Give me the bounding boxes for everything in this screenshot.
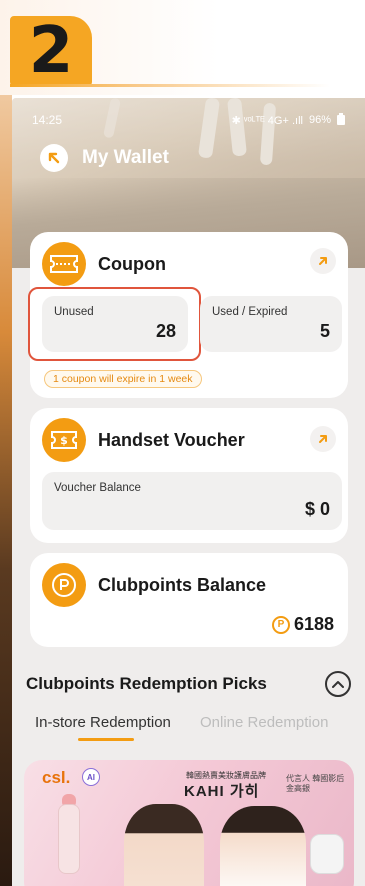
brand-logo: csl. xyxy=(42,768,71,787)
voucher-balance-label: Voucher Balance xyxy=(54,482,141,494)
status-time: 14:25 xyxy=(32,113,63,127)
promo-banner[interactable]: csl. AI 韓國熱賣美妝護膚品牌 KAHI 가히 代言人 韓國影后 金高銀 xyxy=(24,760,354,886)
clubpoints-card[interactable]: Clubpoints Balance P 6188 xyxy=(30,553,348,647)
coupon-icon xyxy=(42,242,86,286)
step-number: 2 xyxy=(28,14,74,88)
coupon-card[interactable]: Coupon Unused 28 Used / Expired 5 1 coup… xyxy=(28,232,348,398)
used-expired-value: 5 xyxy=(319,321,330,341)
collapse-button[interactable] xyxy=(325,671,351,697)
banner-brand-name: KAHI 가히 xyxy=(184,783,260,800)
clubpoints-value: 6188 xyxy=(293,614,334,634)
expiry-notice: 1 coupon will expire in 1 week xyxy=(44,370,202,388)
arrow-up-right-icon xyxy=(319,257,327,265)
svg-text:$: $ xyxy=(60,434,68,447)
page-title: My Wallet xyxy=(82,147,169,168)
voucher-open-button[interactable] xyxy=(310,426,336,452)
redemption-section-title: Clubpoints Redemption Picks xyxy=(26,674,267,693)
left-decor-strip xyxy=(0,95,12,886)
signal-icons: ✱ ᵛᵒᴸᵀᴱ 4G+ .ıll xyxy=(231,114,303,127)
voucher-icon: $ xyxy=(42,418,86,462)
highlight-box xyxy=(28,287,201,361)
coupon-card-header: Coupon xyxy=(42,242,166,286)
clubpoints-balance: P 6188 xyxy=(271,614,334,635)
back-button[interactable] xyxy=(40,144,68,172)
product-image xyxy=(58,804,80,874)
arrow-up-left-icon xyxy=(48,152,60,164)
model-image xyxy=(124,804,204,886)
handset-voucher-card[interactable]: $ Handset Voucher Voucher Balance $ 0 xyxy=(30,408,348,543)
ai-badge: AI xyxy=(82,768,100,786)
step-underline xyxy=(10,84,330,87)
battery-level: 96% xyxy=(308,114,331,126)
battery-icon xyxy=(337,112,345,128)
coupon-open-button[interactable] xyxy=(310,248,336,274)
voucher-balance-value: $ 0 xyxy=(304,499,330,519)
clubpoints-coin-icon: P xyxy=(271,615,290,634)
phone-screen: 14:25 ✱ ᵛᵒᴸᵀᴱ 4G+ .ıll 96% My Wallet Cou… xyxy=(12,98,365,886)
product-image xyxy=(310,834,344,874)
voucher-title: Handset Voucher xyxy=(98,429,245,450)
clubpoints-icon xyxy=(42,563,86,607)
step-header: 2 xyxy=(0,0,365,95)
clubpoints-title: Clubpoints Balance xyxy=(98,574,267,595)
status-icons: ✱ ᵛᵒᴸᵀᴱ 4G+ .ıll 96% xyxy=(231,112,345,128)
coupon-title: Coupon xyxy=(98,253,166,274)
voucher-balance-tile: Voucher Balance $ 0 xyxy=(42,472,342,530)
page-header: My Wallet xyxy=(40,144,169,172)
chevron-up-icon xyxy=(332,681,344,688)
used-expired-tile[interactable]: Used / Expired 5 xyxy=(200,296,342,352)
voucher-card-header: $ Handset Voucher xyxy=(42,418,245,462)
arrow-up-right-icon xyxy=(319,435,327,443)
clubpoints-card-header: Clubpoints Balance xyxy=(42,563,266,607)
status-bar: 14:25 ✱ ᵛᵒᴸᵀᴱ 4G+ .ıll 96% xyxy=(12,112,365,128)
used-expired-label: Used / Expired xyxy=(212,306,288,318)
step-badge: 2 xyxy=(10,16,92,86)
active-tab-indicator xyxy=(78,738,134,741)
hero-figure xyxy=(197,98,221,159)
model-image xyxy=(220,806,306,886)
tab-online-redemption[interactable]: Online Redemption xyxy=(200,714,328,731)
banner-ambassador: 代言人 韓國影后 金高銀 xyxy=(286,774,345,794)
tab-in-store-redemption[interactable]: In-store Redemption xyxy=(35,714,171,731)
